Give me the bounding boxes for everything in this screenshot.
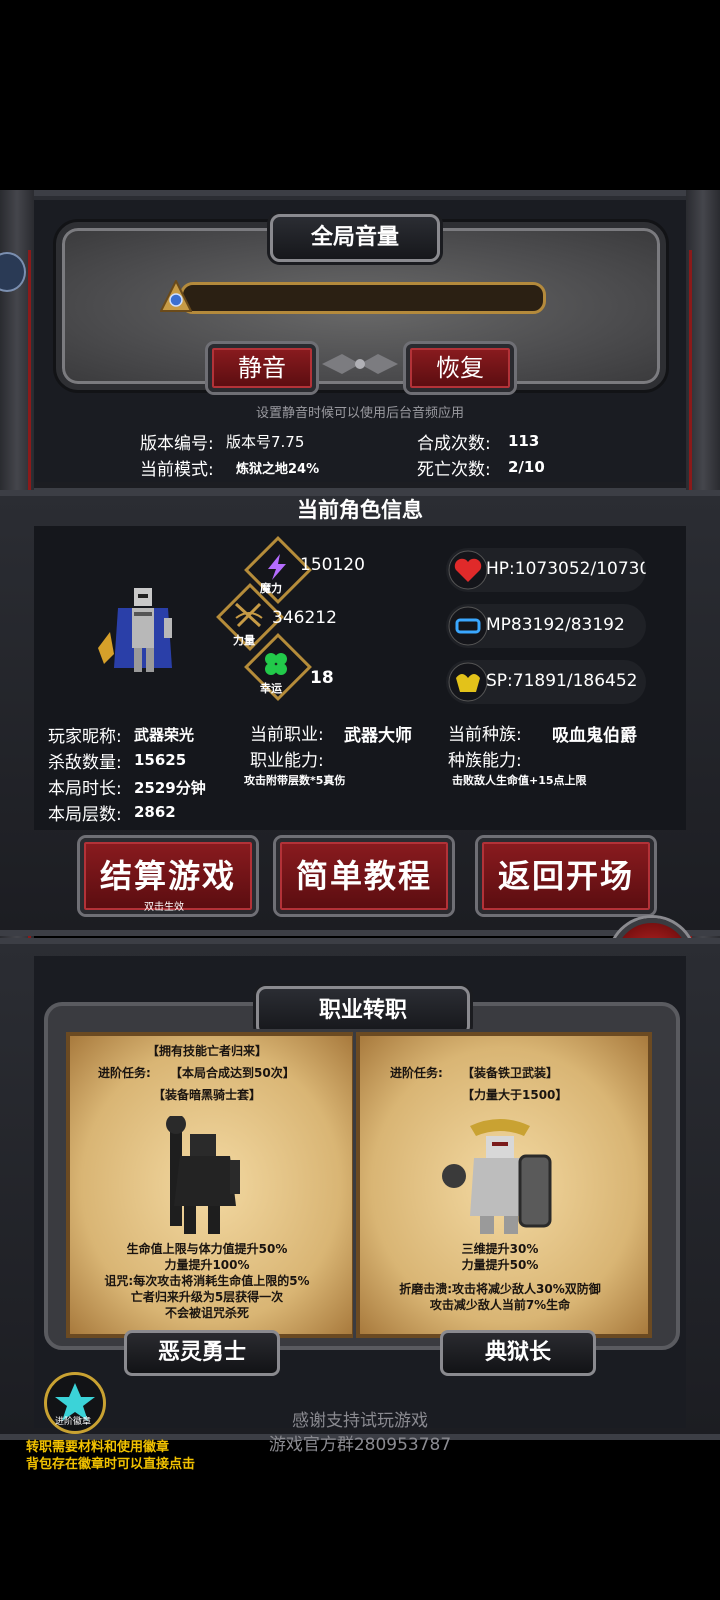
floor-label: 本局层数:	[48, 805, 122, 825]
right-desc3: 折磨击溃:攻击将减少敌人30%双防御	[399, 1282, 601, 1296]
mana-icon	[448, 606, 488, 646]
right-desc4: 攻击减少敌人当前7%生命	[429, 1298, 571, 1312]
official-group-text: 游戏官方群280953787	[268, 1435, 452, 1455]
button-divider-ornament	[322, 352, 398, 376]
job-ability-label: 职业能力:	[250, 751, 324, 771]
right-desc2: 力量提升50%	[461, 1258, 539, 1272]
left-req1: 【拥有技能亡者归来】	[146, 1044, 267, 1058]
mute-hint: 设置静音时候可以使用后台音频应用	[255, 406, 464, 421]
luck-value: 18	[310, 668, 334, 688]
muscle-icon	[448, 662, 488, 702]
time-value: 2529分钟	[134, 779, 206, 797]
left-desc3: 诅咒:每次攻击将消耗生命值上限的5%	[104, 1274, 310, 1288]
back-to-start-button[interactable]: 返回开场	[478, 838, 654, 914]
character-sprite	[98, 588, 190, 676]
restore-button[interactable]: 恢复	[406, 344, 514, 392]
race-value: 吸血鬼伯爵	[552, 726, 637, 746]
death-label: 死亡次数:	[417, 460, 491, 480]
left-job-sprite	[150, 1114, 250, 1236]
left-desc2: 力量提升100%	[164, 1258, 250, 1272]
sp-row: SP:71891/186452	[446, 660, 646, 704]
left-desc1: 生命值上限与体力值提升50%	[126, 1242, 288, 1256]
synth-label: 合成次数:	[417, 434, 491, 454]
job-value: 武器大师	[344, 726, 412, 746]
right-task-label: 进阶任务:	[390, 1066, 443, 1080]
mute-button[interactable]: 静音	[208, 344, 316, 392]
volume-title: 全局音量	[270, 214, 440, 262]
heart-icon	[448, 550, 488, 590]
version-label: 版本编号:	[140, 434, 214, 454]
left-desc5: 不会被诅咒杀死	[164, 1306, 249, 1320]
settle-hint: 双击生效	[144, 902, 184, 913]
right-job-sprite	[440, 1116, 560, 1236]
power-caption: 力量	[233, 634, 255, 647]
right-desc1: 三维提升30%	[461, 1242, 539, 1256]
left-req2: 【本局合成达到50次】	[170, 1066, 295, 1080]
mp-row: MP83192/83192	[446, 604, 646, 648]
time-label: 本局时长:	[48, 779, 122, 799]
left-req3: 【装备暗黑骑士套】	[152, 1088, 261, 1102]
right-req1: 【装备铁卫武装】	[462, 1066, 559, 1080]
magic-value: 150120	[300, 555, 365, 575]
luck-caption: 幸运	[260, 682, 282, 695]
floor-value: 2862	[134, 803, 176, 821]
volume-slider-handle[interactable]	[159, 278, 193, 312]
synth-value: 113	[508, 432, 540, 450]
job-ability-value: 攻击附带层数*5真伤	[244, 774, 346, 787]
kills-label: 杀敌数量:	[48, 753, 122, 773]
clover-icon	[265, 653, 287, 675]
right-job-name[interactable]: 典狱长	[440, 1330, 596, 1376]
lightning-icon	[268, 554, 286, 580]
power-value: 346212	[272, 608, 337, 628]
nickname-label: 玩家昵称:	[48, 727, 122, 747]
right-req2: 【力量大于1500】	[462, 1088, 568, 1102]
job-label: 当前职业:	[250, 725, 324, 745]
race-ability-label: 种族能力:	[448, 751, 522, 771]
kills-value: 15625	[134, 751, 187, 769]
mp-value: MP83192/83192	[486, 615, 625, 635]
hp-row: HP:1073052/10730	[446, 548, 646, 592]
volume-slider-track[interactable]	[180, 282, 546, 314]
mode-label: 当前模式:	[140, 460, 214, 480]
crossbow-icon	[234, 602, 263, 628]
left-job-name[interactable]: 恶灵勇士	[124, 1330, 280, 1376]
job-change-note2: 背包存在徽章时可以直接点击	[26, 1457, 196, 1472]
sp-value: SP:71891/186452	[486, 671, 638, 691]
left-task-label: 进阶任务:	[98, 1066, 151, 1080]
version-value: 版本号7.75	[226, 433, 305, 451]
hp-value: HP:1073052/10730	[486, 559, 646, 579]
thanks-text: 感谢支持试玩游戏	[292, 1411, 428, 1431]
magic-caption: 魔力	[260, 582, 282, 595]
character-section-title: 当前角色信息	[297, 498, 423, 522]
race-label: 当前种族:	[448, 725, 522, 745]
race-ability-value: 击败敌人生命值+15点上限	[452, 774, 587, 787]
mode-value: 炼狱之地24%	[236, 462, 320, 477]
left-desc4: 亡者归来升级为5层获得一次	[130, 1290, 284, 1304]
nickname-value: 武器荣光	[134, 726, 195, 744]
tutorial-button[interactable]: 简单教程	[276, 838, 452, 914]
job-change-title: 职业转职	[256, 986, 470, 1036]
death-value: 2/10	[508, 458, 545, 476]
